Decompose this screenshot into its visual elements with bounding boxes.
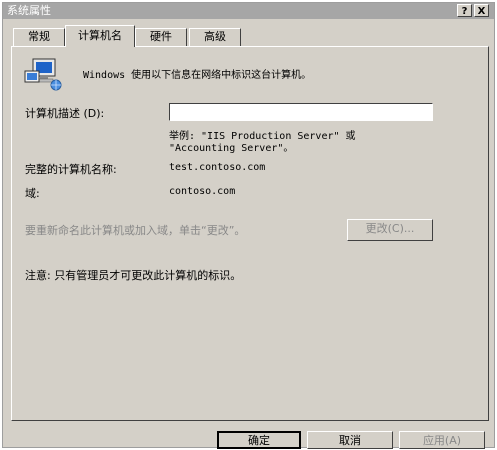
window-title: 系统属性 <box>7 4 51 17</box>
tab-advanced[interactable]: 高级 <box>189 28 241 46</box>
description-label: 计算机描述 (D): <box>25 107 105 120</box>
fullname-label: 完整的计算机名称: <box>25 163 117 176</box>
domain-label: 域: <box>25 187 40 200</box>
title-bar[interactable]: 系统属性 ? X <box>3 3 494 19</box>
domain-value: contoso.com <box>169 186 236 197</box>
cancel-button[interactable]: 取消 <box>307 431 393 449</box>
ok-button[interactable]: 确定 <box>217 431 301 449</box>
system-properties-window: 系统属性 ? X 常规 计算机名 硬件 高级 Windows 使用以下信息在网络… <box>2 2 495 449</box>
close-button[interactable]: X <box>474 4 489 17</box>
description-input[interactable] <box>169 103 433 121</box>
example-line-2: "Accounting Server"。 <box>169 143 294 154</box>
change-button[interactable]: 更改(C)... <box>347 219 433 241</box>
intro-text: Windows 使用以下信息在网络中标识这台计算机。 <box>83 70 312 81</box>
tab-general[interactable]: 常规 <box>13 28 65 46</box>
tab-hardware[interactable]: 硬件 <box>135 28 187 46</box>
tab-computer-name[interactable]: 计算机名 <box>65 25 135 47</box>
rename-instructions: 要重新命名此计算机或加入域，单击“更改”。 <box>25 224 246 237</box>
admin-note: 注意: 只有管理员才可更改此计算机的标识。 <box>25 269 242 282</box>
apply-button[interactable]: 应用(A) <box>399 431 485 449</box>
fullname-value: test.contoso.com <box>169 162 266 173</box>
help-button[interactable]: ? <box>457 4 472 17</box>
computer-network-icon <box>23 57 63 91</box>
